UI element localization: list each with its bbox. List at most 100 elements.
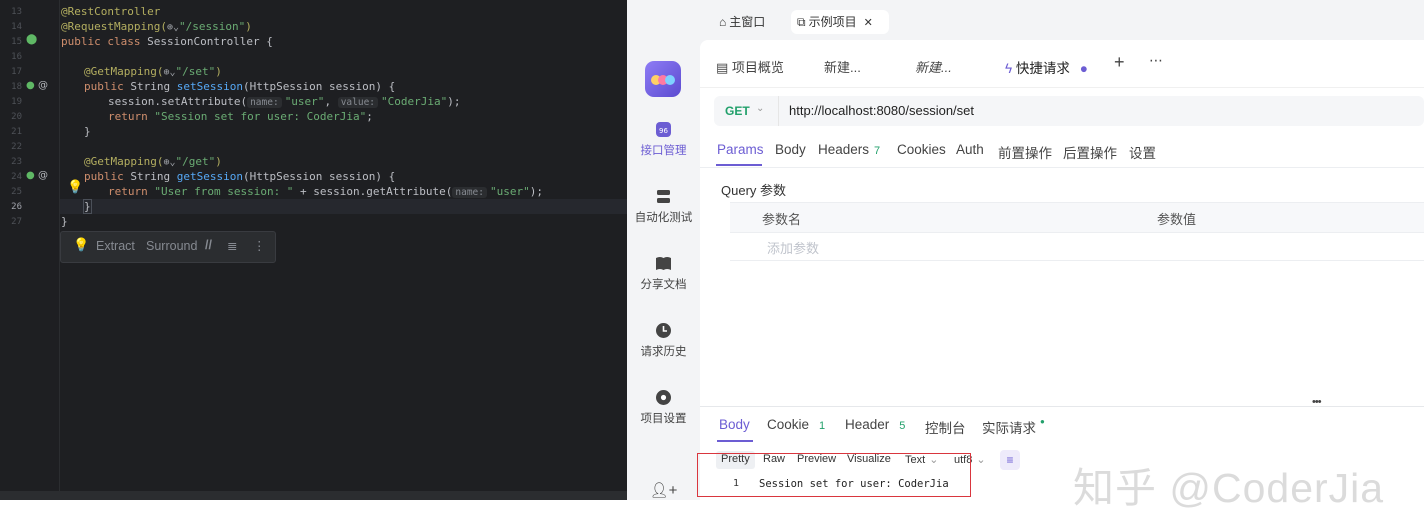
- tab-post-ops[interactable]: 后置操作: [1063, 142, 1117, 162]
- wrap-lines-button[interactable]: ≡: [1000, 450, 1020, 470]
- code-token: public class: [61, 35, 148, 48]
- tab-label: 项目概览: [731, 60, 784, 75]
- reformat-icon[interactable]: ≣: [227, 238, 237, 253]
- code-token: getSession: [176, 170, 243, 183]
- code-line: }: [61, 214, 68, 229]
- code-token: public: [84, 80, 131, 93]
- clock-icon: [656, 323, 671, 338]
- resp-tab-header[interactable]: Header 5: [845, 417, 905, 432]
- home-icon: ⌂: [719, 15, 727, 29]
- doc-tab-quick-request[interactable]: ϟ 快捷请求 ●: [997, 47, 1101, 87]
- tab-main-window[interactable]: ⌂ 主窗口: [719, 10, 777, 34]
- bean-icon[interactable]: ●: [26, 81, 35, 91]
- globe-icon: ⊕⌄: [166, 22, 180, 33]
- api-client-window: ⌂ 主窗口 ⧉ 示例项目 ✕ 96 接口管理 自动化测试 分享文档 请求历史 项目设置: [627, 0, 1424, 511]
- count-badge: 1: [819, 420, 826, 432]
- test-icon: [657, 190, 670, 203]
- status-dot: ●: [1040, 417, 1045, 426]
- resp-tab-actual-request[interactable]: 实际请求 ●: [982, 417, 1045, 437]
- active-tab-indicator: [717, 440, 753, 442]
- sidebar-label: 项目设置: [640, 413, 687, 425]
- tab-pre-ops[interactable]: 前置操作: [998, 142, 1052, 162]
- sidebar-label: 自动化测试: [634, 212, 693, 224]
- close-icon[interactable]: ✕: [864, 17, 873, 29]
- tab-body[interactable]: Body: [775, 142, 806, 157]
- add-param-input[interactable]: 添加参数: [767, 238, 819, 257]
- code-token: "User from session: ": [154, 185, 294, 198]
- lightbulb-icon[interactable]: 💡: [73, 237, 89, 253]
- code-token: "CoderJia": [381, 95, 448, 108]
- horizontal-scrollbar[interactable]: [0, 491, 627, 500]
- code-token: String: [130, 170, 177, 183]
- more-tabs-button[interactable]: ⋯: [1149, 52, 1164, 69]
- params-table-row[interactable]: 添加参数: [730, 232, 1424, 261]
- code-line: }: [84, 124, 91, 139]
- query-params-title: Query 参数: [721, 183, 787, 198]
- sidebar-item-api[interactable]: 96 接口管理: [627, 121, 700, 158]
- tab-label: 主窗口: [729, 15, 766, 29]
- code-line: @RestController: [61, 4, 160, 19]
- doc-tab-overview[interactable]: ▤ 项目概览: [716, 57, 784, 76]
- sidebar-label: 分享文档: [640, 279, 687, 291]
- line-number: 20: [11, 112, 22, 122]
- tab-headers[interactable]: Headers 7: [818, 142, 880, 157]
- code-token: }: [83, 199, 92, 214]
- url-input[interactable]: http://localhost:8080/session/set: [789, 103, 974, 118]
- tab-cookies[interactable]: Cookies: [897, 142, 946, 157]
- more-icon[interactable]: ⋮: [253, 238, 266, 253]
- code-line: public class SessionController {: [61, 34, 273, 49]
- globe-icon: ⊕⌄: [163, 67, 176, 78]
- endpoint-icon[interactable]: @: [38, 81, 48, 91]
- code-line: @GetMapping(⊕⌄"/set"): [84, 64, 222, 80]
- doc-tab-new-1[interactable]: 新建...: [824, 57, 861, 76]
- line-number: 13: [11, 7, 22, 17]
- chevron-down-icon[interactable]: ⌄: [756, 103, 764, 114]
- code-token: return: [108, 185, 155, 198]
- line-number: 16: [11, 52, 22, 62]
- resp-tab-cookie[interactable]: Cookie 1: [767, 417, 825, 432]
- sidebar-item-autotest[interactable]: 自动化测试: [627, 188, 700, 225]
- surround-button[interactable]: Surround: [146, 239, 197, 253]
- tab-params[interactable]: Params: [717, 142, 764, 157]
- sidebar-item-docs[interactable]: 分享文档: [627, 255, 700, 292]
- line-number: 24: [11, 172, 22, 182]
- count-badge: 5: [899, 420, 906, 432]
- bean-icon[interactable]: ⬤: [26, 35, 37, 45]
- tab-label: 实际请求: [982, 421, 1036, 436]
- param-hint: name:: [452, 187, 487, 198]
- doc-tab-new-2[interactable]: 新建...: [915, 57, 952, 76]
- code-token: "/session": [179, 20, 246, 33]
- sidebar-item-invite[interactable]: 👤︎+: [627, 481, 700, 499]
- line-number: 14: [11, 22, 22, 32]
- method-select[interactable]: GET: [725, 104, 750, 118]
- main-content: ▤ 项目概览 新建... 新建... ϟ 快捷请求 ● + ⋯ GET ⌄ ht…: [697, 40, 1424, 511]
- line-number: 22: [11, 142, 22, 152]
- line-number: 26: [11, 202, 22, 212]
- endpoint-icon[interactable]: @: [38, 171, 48, 181]
- params-table-header: 参数名 参数值: [730, 202, 1424, 233]
- extract-button[interactable]: Extract: [96, 239, 135, 253]
- lightbulb-icon[interactable]: 💡: [67, 179, 83, 195]
- column-header: 参数名: [762, 212, 802, 227]
- code-token: ): [215, 65, 222, 78]
- resp-tab-console[interactable]: 控制台: [925, 417, 966, 437]
- line-number: 23: [11, 157, 22, 167]
- code-token: @GetMapping(: [84, 65, 164, 78]
- resp-tab-body[interactable]: Body: [719, 417, 750, 432]
- sidebar-item-settings[interactable]: 项目设置: [627, 389, 700, 426]
- bean-icon[interactable]: ●: [26, 171, 35, 181]
- chevron-down-icon: ⌄: [976, 454, 986, 466]
- column-header: 参数值: [1157, 212, 1197, 227]
- tab-settings[interactable]: 设置: [1129, 142, 1156, 162]
- api-icon: 96: [656, 122, 671, 137]
- add-tab-button[interactable]: +: [1114, 52, 1125, 73]
- sidebar-item-history[interactable]: 请求历史: [627, 322, 700, 359]
- tab-example-project[interactable]: ⧉ 示例项目 ✕: [791, 10, 889, 34]
- drag-handle-icon[interactable]: •••: [1312, 396, 1322, 408]
- tab-auth[interactable]: Auth: [956, 142, 984, 157]
- comment-icon[interactable]: //: [205, 238, 212, 252]
- code-editor[interactable]: 13 14 15 16 17 18 19 20 21 22 23 24 25 2…: [0, 0, 627, 500]
- tab-label: Header: [845, 417, 890, 432]
- line-number: 25: [11, 187, 22, 197]
- code-token: "/get": [175, 155, 216, 168]
